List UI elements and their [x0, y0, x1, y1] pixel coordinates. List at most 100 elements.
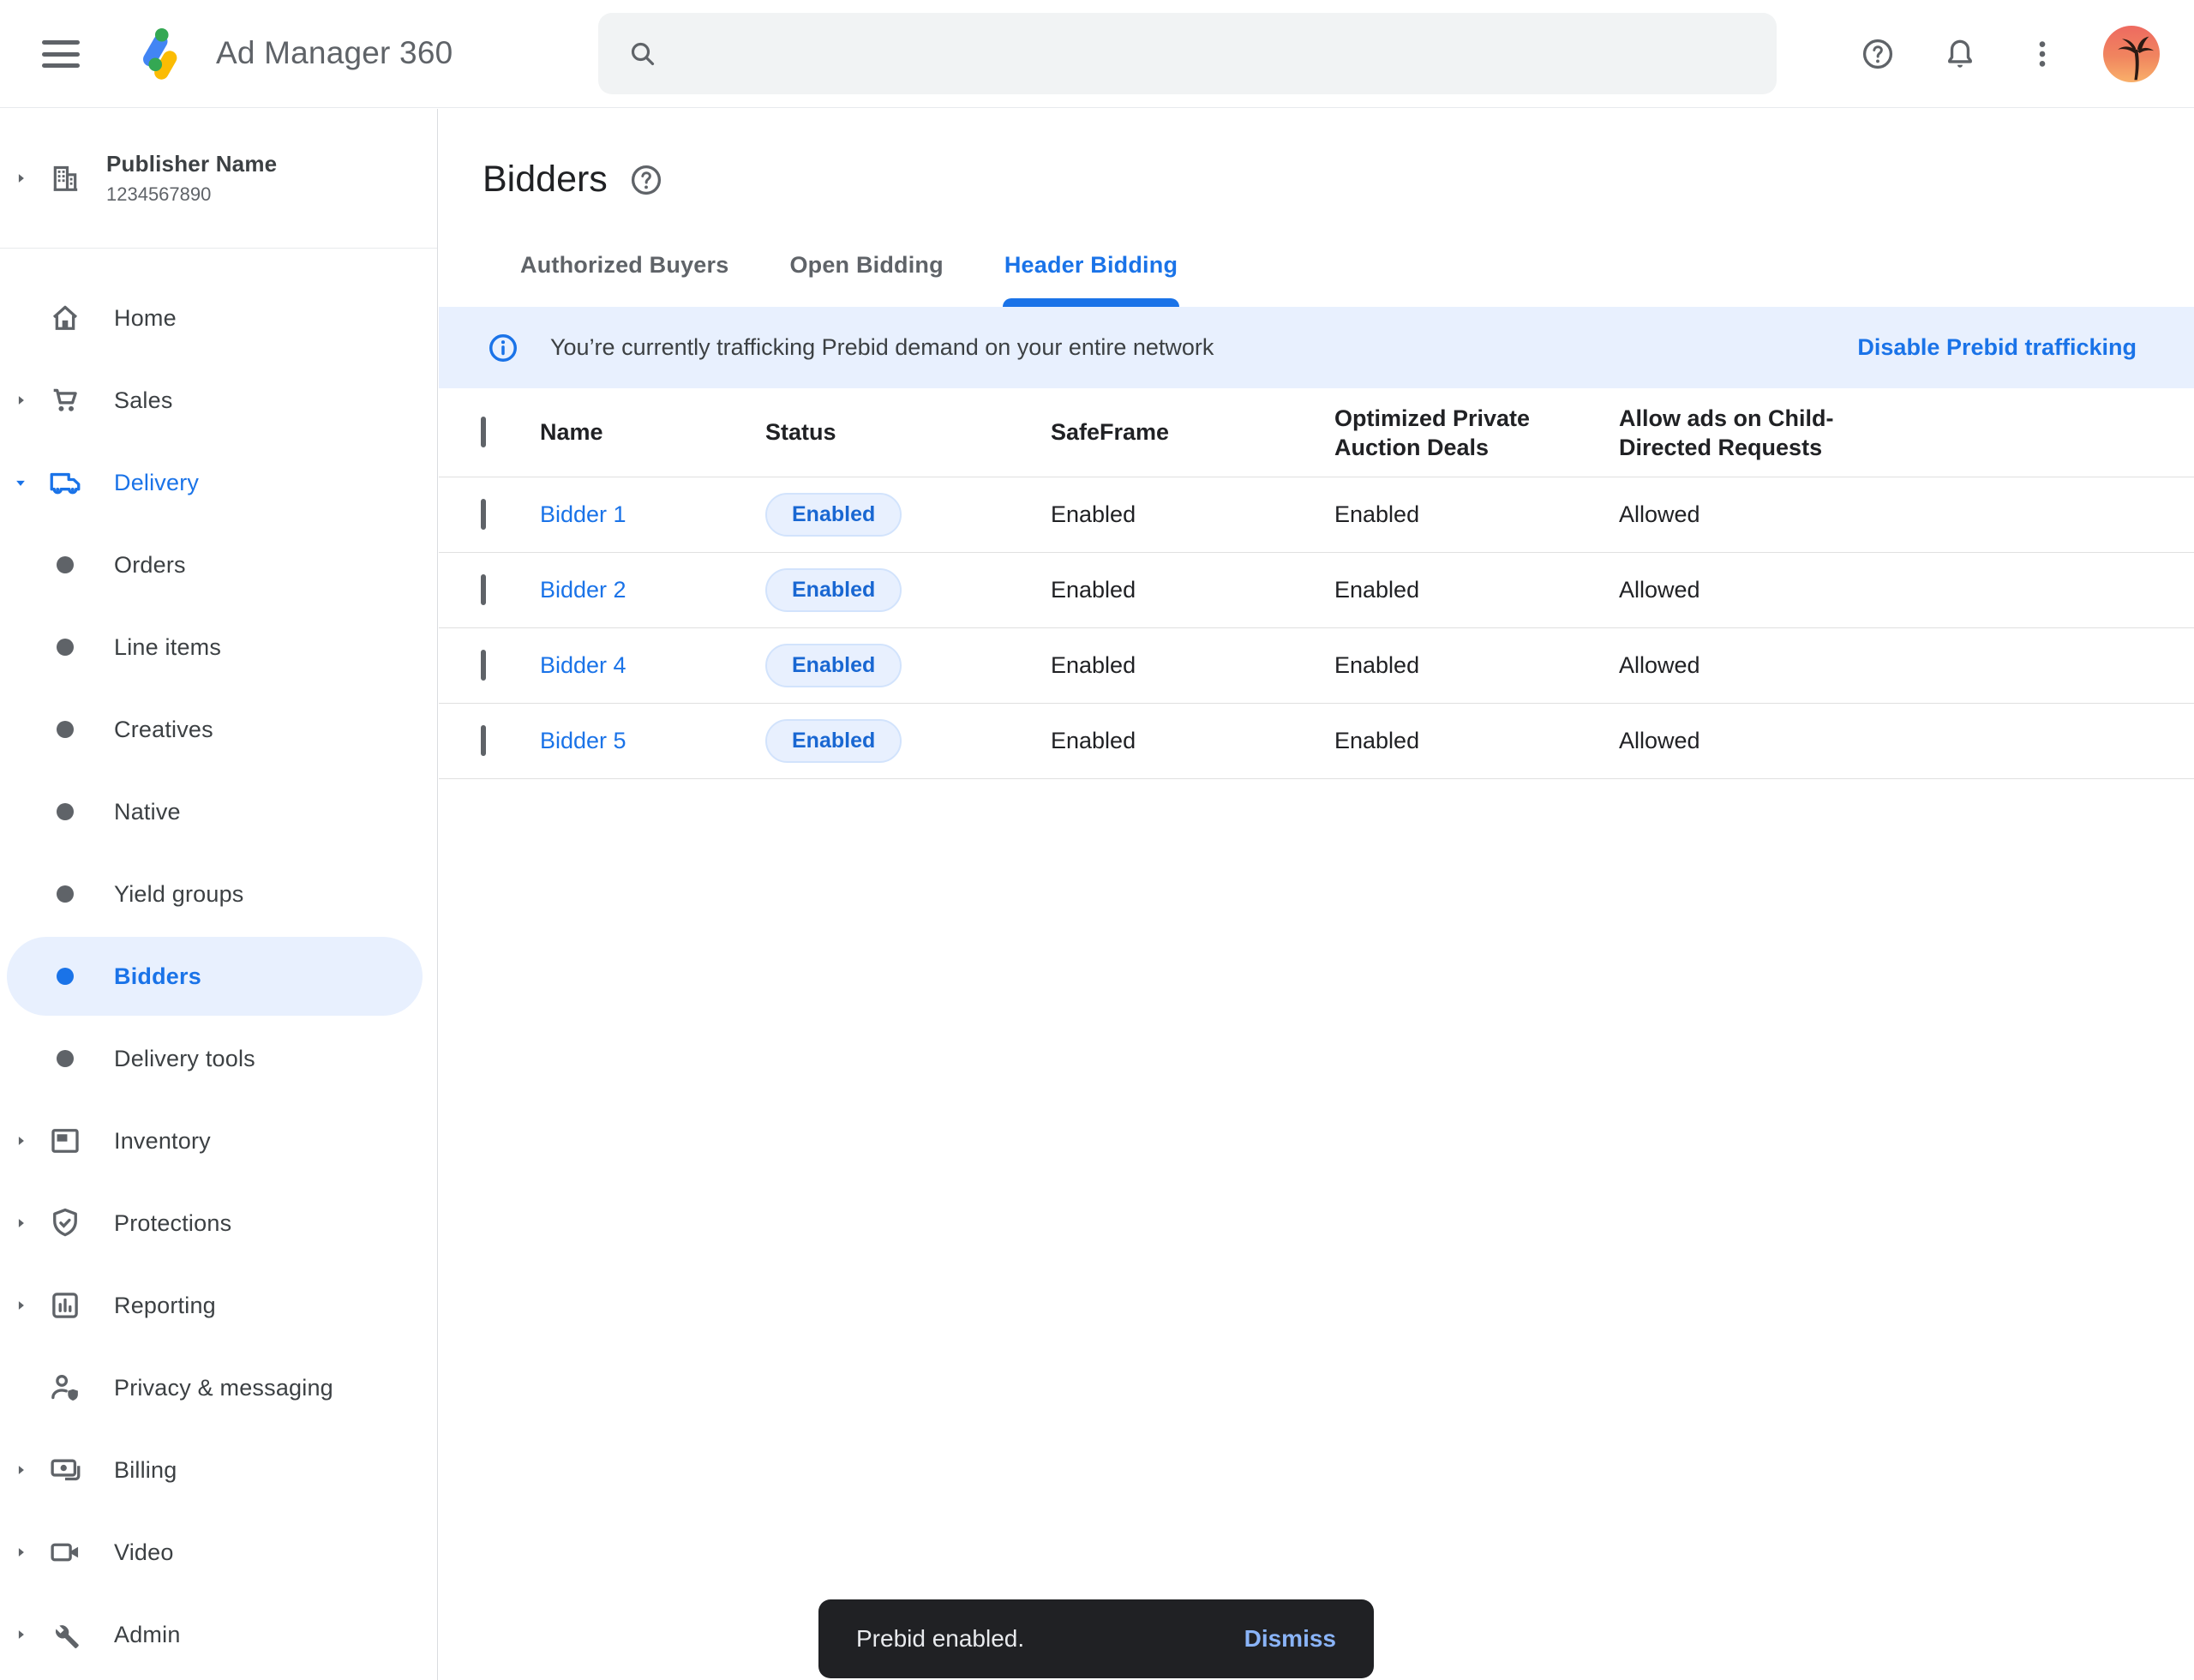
overflow-menu-button[interactable] [2012, 24, 2072, 84]
sidebar-item-video[interactable]: Video [0, 1511, 437, 1593]
row-checkbox[interactable] [481, 650, 486, 681]
safeframe-cell: Enabled [1051, 652, 1334, 679]
tab-authorized-buyers[interactable]: Authorized Buyers [519, 252, 730, 307]
table-header-row: Name Status SafeFrame Optimized Private … [439, 388, 2194, 477]
table-row: Bidder 2 Enabled Enabled Enabled Allowed [439, 553, 2194, 628]
chevron-right-icon [0, 1297, 41, 1314]
sidebar-item-sales[interactable]: Sales [0, 359, 437, 441]
sidebar-item-creatives[interactable]: Creatives [0, 688, 437, 771]
shield-check-icon [47, 1205, 83, 1241]
bullet-icon [47, 958, 83, 994]
top-app-bar: Ad Manager 360 [0, 0, 2194, 108]
sidebar-item-admin[interactable]: Admin [0, 1593, 437, 1676]
notifications-button[interactable] [1930, 24, 1990, 84]
ad-manager-logo-icon [125, 22, 187, 87]
publisher-name: Publisher Name [106, 151, 277, 177]
sidebar-item-orders[interactable]: Orders [0, 524, 437, 606]
status-badge: Enabled [765, 644, 902, 687]
chevron-down-icon [0, 474, 41, 491]
home-icon [47, 300, 83, 336]
search-input[interactable] [686, 28, 1751, 80]
select-all-checkbox[interactable] [481, 417, 486, 447]
appbar-actions [1848, 0, 2194, 108]
sidebar-item-billing[interactable]: Billing [0, 1429, 437, 1511]
row-checkbox[interactable] [481, 725, 486, 756]
menu-icon[interactable] [39, 35, 82, 73]
optimized-deals-cell: Enabled [1334, 501, 1619, 528]
bidder-link[interactable]: Bidder 1 [540, 501, 626, 527]
shopping-cart-icon [47, 382, 83, 418]
optimized-deals-cell: Enabled [1334, 728, 1619, 754]
sidebar-item-native[interactable]: Native [0, 771, 437, 853]
main-content: Bidders Authorized Buyers Open Bidding H… [439, 109, 2194, 1680]
tab-open-bidding[interactable]: Open Bidding [788, 252, 944, 307]
tab-header-bidding[interactable]: Header Bidding [1003, 252, 1179, 307]
sidebar-item-protections[interactable]: Protections [0, 1182, 437, 1264]
column-header-safeframe: SafeFrame [1051, 419, 1334, 446]
row-checkbox[interactable] [481, 499, 486, 530]
sidebar-item-reporting[interactable]: Reporting [0, 1264, 437, 1347]
bullet-icon [47, 711, 83, 747]
chevron-right-icon [0, 1132, 41, 1149]
table-row: Bidder 5 Enabled Enabled Enabled Allowed [439, 704, 2194, 779]
chevron-right-icon [0, 392, 41, 409]
safeframe-cell: Enabled [1051, 501, 1334, 528]
building-icon [48, 161, 82, 195]
child-directed-cell: Allowed [1619, 728, 2194, 754]
chevron-right-icon [0, 1626, 41, 1643]
prebid-info-banner: You’re currently trafficking Prebid dema… [439, 307, 2194, 388]
safeframe-cell: Enabled [1051, 577, 1334, 603]
bidder-link[interactable]: Bidder 2 [540, 577, 626, 603]
child-directed-cell: Allowed [1619, 577, 2194, 603]
chevron-right-icon [0, 1544, 41, 1561]
sidebar-item-inventory[interactable]: Inventory [0, 1100, 437, 1182]
truck-icon [47, 465, 83, 501]
global-search [598, 13, 1777, 94]
row-checkbox[interactable] [481, 574, 486, 605]
ad-manager-window: Ad Manager 360 [0, 0, 2194, 1680]
toast-message: Prebid enabled. [856, 1625, 1024, 1653]
bidder-link[interactable]: Bidder 4 [540, 652, 626, 678]
chevron-right-icon [0, 1461, 41, 1479]
publisher-network-id: 1234567890 [106, 183, 277, 206]
table-row: Bidder 1 Enabled Enabled Enabled Allowed [439, 477, 2194, 553]
sidebar-item-line-items[interactable]: Line items [0, 606, 437, 688]
sidebar-item-yield-groups[interactable]: Yield groups [0, 853, 437, 935]
bell-icon [1942, 36, 1978, 72]
child-directed-cell: Allowed [1619, 501, 2194, 528]
bar-chart-icon [47, 1287, 83, 1323]
palm-tree-avatar-image [2103, 26, 2160, 82]
sidebar-item-delivery-tools[interactable]: Delivery tools [0, 1017, 437, 1100]
info-icon [487, 332, 519, 364]
bullet-icon [47, 547, 83, 583]
publisher-account-switcher[interactable]: Publisher Name 1234567890 [0, 109, 437, 249]
help-button[interactable] [1848, 24, 1908, 84]
search-icon [626, 37, 660, 71]
banner-message: You’re currently trafficking Prebid dema… [550, 334, 1214, 361]
bullet-icon [47, 629, 83, 665]
column-header-status: Status [765, 419, 1051, 446]
optimized-deals-cell: Enabled [1334, 652, 1619, 679]
page-help-icon[interactable] [628, 162, 664, 198]
bullet-icon [47, 1041, 83, 1077]
status-badge: Enabled [765, 568, 902, 612]
sidebar-item-delivery[interactable]: Delivery [0, 441, 437, 524]
column-header-optimized-deals: Optimized Private Auction Deals [1334, 404, 1553, 462]
videocam-icon [47, 1534, 83, 1570]
app-title: Ad Manager 360 [216, 35, 453, 71]
bullet-icon [47, 794, 83, 830]
column-header-child-directed: Allow ads on Child-Directed Requests [1619, 404, 1837, 462]
sidebar-item-privacy-messaging[interactable]: Privacy & messaging [0, 1347, 437, 1429]
sidebar-item-bidders[interactable]: Bidders [0, 935, 437, 1017]
three-dots-icon [2024, 36, 2060, 72]
disable-prebid-trafficking-link[interactable]: Disable Prebid trafficking [1857, 334, 2137, 361]
bidder-link[interactable]: Bidder 5 [540, 728, 626, 753]
chevron-right-icon [0, 170, 41, 187]
sidebar-item-home[interactable]: Home [0, 277, 437, 359]
account-avatar[interactable] [2103, 26, 2160, 82]
column-header-name: Name [540, 419, 765, 446]
dismiss-button[interactable]: Dismiss [1244, 1625, 1336, 1653]
person-shield-icon [47, 1370, 83, 1406]
help-icon [1860, 36, 1896, 72]
safeframe-cell: Enabled [1051, 728, 1334, 754]
